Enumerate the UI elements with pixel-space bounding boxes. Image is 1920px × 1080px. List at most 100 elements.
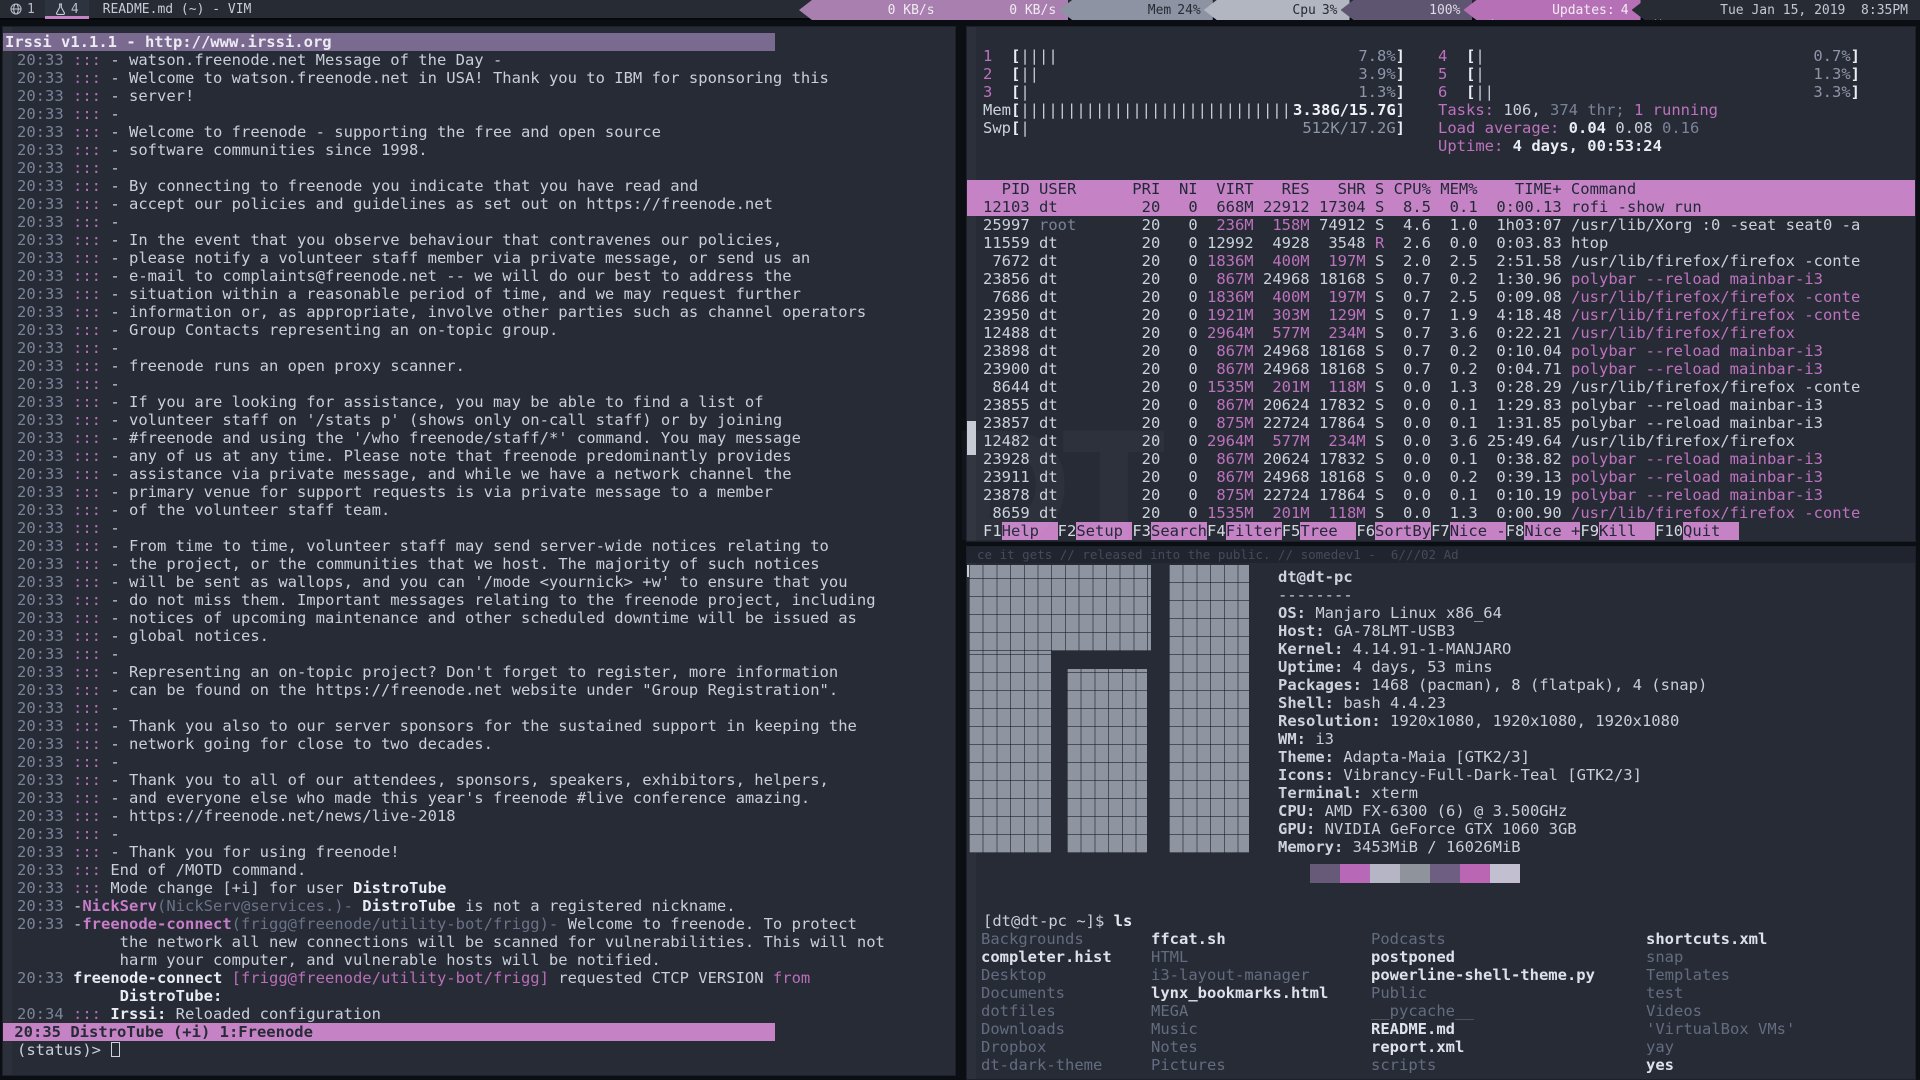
htop-process-row[interactable]: 23856 dt 20 0 867M 24968 18168 S 0.7 0.2… — [967, 270, 1915, 288]
workspace-button-1[interactable]: 1 — [0, 0, 45, 19]
irc-message-line: 20:33 ::: - situation within a reasonabl… — [15, 285, 955, 303]
ls-file-entry: ffcat.sh — [1151, 930, 1328, 948]
neofetch-info-line: Uptime: 4 days, 53 mins — [1278, 658, 1707, 676]
ls-column: shortcuts.xmlsnapTemplatestestVideos'Vir… — [1646, 930, 1795, 1074]
ls-directory-entry: HTML — [1151, 948, 1328, 966]
htop-process-row[interactable]: 7686 dt 20 0 1836M 400M 197M S 0.7 2.5 0… — [967, 288, 1915, 306]
fkey-label[interactable]: Kill — [1599, 522, 1655, 540]
memory-label: Mem — [1148, 3, 1171, 18]
shell-prompt-line[interactable]: [dt@dt-pc ~]$ ls — [983, 912, 1132, 930]
irc-message-line: 20:33 ::: - e-mail to complaints@freenod… — [15, 267, 955, 285]
ls-column: ffcat.shHTMLi3-layout-managerlynx_bookma… — [1151, 930, 1328, 1074]
palette-swatch — [1460, 864, 1490, 883]
ls-file-entry: yes — [1646, 1056, 1795, 1074]
irssi-scrollbar[interactable] — [3, 27, 12, 1075]
ls-directory-entry: Pictures — [1151, 1056, 1328, 1074]
htop-process-row[interactable]: 23878 dt 20 0 875M 22724 17864 S 0.0 0.1… — [967, 486, 1915, 504]
volume-module[interactable]: 100% — [1341, 0, 1473, 20]
fkey-f2[interactable]: F2 — [1058, 522, 1077, 540]
htop-process-row[interactable]: 11559 dt 20 0 12992 4928 3548 R 2.6 0.0 … — [967, 234, 1915, 252]
irssi-input-line[interactable]: (status)> — [15, 1041, 955, 1059]
terminal-titlebar: ce it gets // released into the public. … — [967, 547, 1915, 563]
neofetch-info-line: Icons: Vibrancy-Full-Dark-Teal [GTK2/3] — [1278, 766, 1707, 784]
neofetch-info-line: Host: GA-78LMT-USB3 — [1278, 622, 1707, 640]
flask-icon — [55, 3, 66, 15]
htop-process-row[interactable]: 25997 root 20 0 236M 158M 74912 S 4.6 1.… — [967, 216, 1915, 234]
htop-meter: Swp[|512K/17.2G] — [983, 119, 1405, 137]
htop-process-row[interactable]: 12488 dt 20 0 2964M 577M 234M S 0.7 3.6 … — [967, 324, 1915, 342]
htop-process-row[interactable]: 23855 dt 20 0 867M 20624 17832 S 0.0 0.1… — [967, 396, 1915, 414]
fkey-label[interactable]: Tree — [1300, 522, 1356, 540]
htop-process-row[interactable]: 8644 dt 20 0 1535M 201M 118M S 0.0 1.3 0… — [967, 378, 1915, 396]
ls-file-entry: completer.hist — [981, 948, 1112, 966]
fkey-f5[interactable]: F5 — [1282, 522, 1301, 540]
updates-count: 4 — [1621, 3, 1629, 18]
irc-message-line: 20:33 ::: - watson.freenode.net Message … — [15, 51, 955, 69]
irc-message-line: 20:33 ::: - of the volunteer staff team. — [15, 501, 955, 519]
fkey-label[interactable]: Quit — [1683, 522, 1739, 540]
htop-process-row[interactable]: 23898 dt 20 0 867M 24968 18168 S 0.7 0.2… — [967, 342, 1915, 360]
irc-message-line: 20:33 ::: - can be found on the https://… — [15, 681, 955, 699]
fkey-label[interactable]: SortBy — [1375, 522, 1431, 540]
fkey-f8[interactable]: F8 — [1506, 522, 1525, 540]
fkey-label[interactable]: Setup — [1076, 522, 1132, 540]
memory-value: 24% — [1177, 3, 1200, 18]
ls-directory-entry: snap — [1646, 948, 1795, 966]
irc-message-line: 20:33 ::: - From time to time, volunteer… — [15, 537, 955, 555]
htop-process-row[interactable]: 23928 dt 20 0 867M 20624 17832 S 0.0 0.1… — [967, 450, 1915, 468]
htop-table-header[interactable]: PID USER PRI NI VIRT RES SHR S CPU% MEM%… — [967, 180, 1915, 198]
htop-process-row[interactable]: 12482 dt 20 0 2964M 577M 234M S 0.0 3.6 … — [967, 432, 1915, 450]
irc-message-line: 20:33 ::: - https://freenode.net/news/li… — [15, 807, 955, 825]
fkey-f6[interactable]: F6 — [1356, 522, 1375, 540]
manjaro-logo-block-right — [1169, 565, 1249, 853]
irssi-titlebar: Irssi v1.1.1 - http://www.irssi.org — [3, 33, 775, 51]
irc-message-line: 20:33 ::: - #freenode and using the '/wh… — [15, 429, 955, 447]
updates-module[interactable]: Updates: 4 — [1463, 0, 1640, 20]
palette-swatch — [1310, 864, 1340, 883]
fkey-f9[interactable]: F9 — [1580, 522, 1599, 540]
htop-meter: 1 [||||7.8%] — [983, 47, 1405, 65]
fkey-f10[interactable]: F10 — [1655, 522, 1683, 540]
ls-file-entry: lynx_bookmarks.html — [1151, 984, 1328, 1002]
htop-meter: 5 [|1.3%] — [1438, 65, 1860, 83]
htop-process-row[interactable]: 23950 dt 20 0 1921M 303M 129M S 0.7 1.9 … — [967, 306, 1915, 324]
irc-message-line: 20:33 ::: - global notices. — [15, 627, 955, 645]
htop-meter: 2 [||3.9%] — [983, 65, 1405, 83]
fkey-f1[interactable]: F1 — [983, 522, 1002, 540]
text-cursor — [111, 1042, 120, 1057]
fkey-label[interactable]: Nice + — [1524, 522, 1580, 540]
fkey-f3[interactable]: F3 — [1132, 522, 1151, 540]
neofetch-terminal-window: ce it gets // released into the public. … — [966, 546, 1916, 1080]
fkey-f4[interactable]: F4 — [1207, 522, 1226, 540]
fkey-label[interactable]: Filter — [1226, 522, 1282, 540]
palette-swatch — [1340, 864, 1370, 883]
cpu-value: 3% — [1322, 3, 1338, 18]
fkey-f7[interactable]: F7 — [1431, 522, 1450, 540]
irc-message-line: 20:33 ::: - By connecting to freenode yo… — [15, 177, 955, 195]
fkey-label[interactable]: Help — [1002, 522, 1058, 540]
htop-process-row[interactable]: 23857 dt 20 0 875M 22724 17864 S 0.0 0.1… — [967, 414, 1915, 432]
ls-directory-entry: i3-layout-manager — [1151, 966, 1328, 984]
workspace-button-4[interactable]: 4 — [45, 0, 89, 19]
ls-directory-entry: Dropbox — [981, 1038, 1112, 1056]
irc-message-line: 20:33 ::: End of /MOTD command. — [15, 861, 955, 879]
fkey-label[interactable]: Nice - — [1450, 522, 1506, 540]
neofetch-info-line: Terminal: xterm — [1278, 784, 1707, 802]
htop-process-row[interactable]: 23900 dt 20 0 867M 24968 18168 S 0.7 0.2… — [967, 360, 1915, 378]
ls-directory-entry: Downloads — [981, 1020, 1112, 1038]
htop-process-row[interactable]: 12103 dt 20 0 668M 22912 17304 S 8.5 0.1… — [967, 198, 1915, 216]
htop-function-key-bar: F1Help F2Setup F3SearchF4FilterF5Tree F6… — [967, 522, 1915, 540]
palette-swatch — [1400, 864, 1430, 883]
irc-message-line: 20:33 ::: - — [15, 339, 955, 357]
irc-message-line: 20:33 ::: - software communities since 1… — [15, 141, 955, 159]
htop-process-row[interactable]: 23911 dt 20 0 867M 24968 18168 S 0.0 0.2… — [967, 468, 1915, 486]
neofetch-info-line: Kernel: 4.14.91-1-MANJARO — [1278, 640, 1707, 658]
date-time: Tue Jan 15, 2019 8:35PM — [1720, 3, 1908, 18]
shell-command — [1104, 912, 1113, 930]
htop-process-row[interactable]: 8659 dt 20 0 1535M 201M 118M S 0.0 1.3 0… — [967, 504, 1915, 522]
irc-message-line: 20:33 ::: - please notify a volunteer st… — [15, 249, 955, 267]
ls-directory-entry: dotfiles — [981, 1002, 1112, 1020]
neofetch-info-line: Memory: 3453MiB / 16026MiB — [1278, 838, 1707, 856]
htop-process-row[interactable]: 7672 dt 20 0 1836M 400M 197M S 2.0 2.5 2… — [967, 252, 1915, 270]
fkey-label[interactable]: Search — [1151, 522, 1207, 540]
